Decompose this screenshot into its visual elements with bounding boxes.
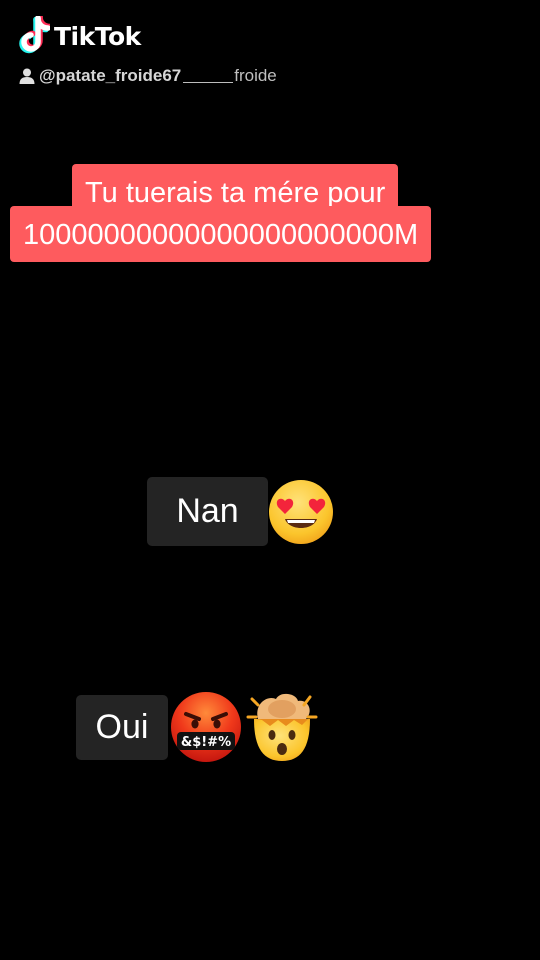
answer-oui-label: Oui: [76, 694, 168, 760]
exploding-head-emoji-icon: [246, 693, 318, 761]
question-line-2: 10000000000000000000000M: [10, 206, 432, 262]
tiktok-logo-icon: [19, 16, 50, 54]
heart-eyes-emoji-icon: [269, 479, 333, 544]
handle-underline: [183, 70, 234, 83]
svg-text:&$!#%: &$!#%: [181, 735, 231, 750]
cursing-face-emoji-icon: &$!#%: [171, 692, 241, 762]
creator-handle: @patate_froide67 froide: [18, 66, 277, 86]
tiktok-brand-text: TikTok: [54, 21, 141, 51]
tiktok-watermark: TikTok: [14, 16, 141, 56]
video-frame: { "watermark": { "brand": "TikTok", "log…: [0, 0, 540, 960]
handle-tail-text: froide: [234, 66, 277, 85]
answer-nan-label: Nan: [147, 477, 268, 546]
user-icon: [19, 68, 35, 84]
answer-oui: Oui &$!#%: [76, 689, 320, 765]
handle-text: @patate_froide67: [39, 66, 182, 85]
answer-nan: Nan: [147, 477, 335, 546]
